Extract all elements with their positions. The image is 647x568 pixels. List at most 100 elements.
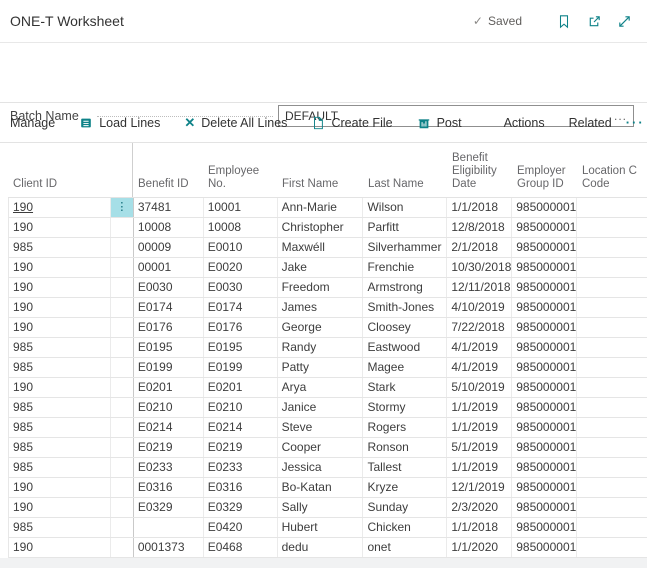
- cell-employer-group-id[interactable]: 985000001: [512, 478, 577, 497]
- cell-benefit-id[interactable]: E0316: [134, 478, 204, 497]
- cell-location-code[interactable]: [577, 278, 647, 297]
- cell-benefit-eligibility-date[interactable]: 1/1/2019: [447, 418, 512, 437]
- cell-employee-no[interactable]: 10008: [204, 218, 278, 237]
- cell-first-name[interactable]: dedu: [278, 538, 364, 557]
- cell-benefit-id[interactable]: E0174: [134, 298, 204, 317]
- cell-employee-no[interactable]: E0219: [204, 438, 278, 457]
- delete-all-lines-button[interactable]: ✕ Delete All Lines: [184, 116, 287, 130]
- cell-first-name[interactable]: Freedom: [278, 278, 364, 297]
- cell-employee-no[interactable]: E0210: [204, 398, 278, 417]
- cell-employee-no[interactable]: E0233: [204, 458, 278, 477]
- cell-location-code[interactable]: [577, 498, 647, 517]
- cell-location-code[interactable]: [577, 358, 647, 377]
- cell-employee-no[interactable]: E0468: [204, 538, 278, 557]
- cell-location-code[interactable]: [577, 258, 647, 277]
- expand-icon[interactable]: [616, 13, 632, 29]
- cell-benefit-eligibility-date[interactable]: 1/1/2019: [447, 458, 512, 477]
- cell-location-code[interactable]: [577, 518, 647, 537]
- cell-benefit-id[interactable]: E0233: [134, 458, 204, 477]
- cell-employer-group-id[interactable]: 985000001: [512, 258, 577, 277]
- cell-client-id[interactable]: 985: [9, 358, 111, 377]
- cell-employee-no[interactable]: E0214: [204, 418, 278, 437]
- cell-last-name[interactable]: Frenchie: [363, 258, 447, 277]
- cell-location-code[interactable]: [577, 398, 647, 417]
- cell-client-id[interactable]: 190: [9, 298, 111, 317]
- cell-last-name[interactable]: Cloosey: [363, 318, 447, 337]
- cell-benefit-id[interactable]: E0201: [134, 378, 204, 397]
- cell-last-name[interactable]: Sunday: [363, 498, 447, 517]
- actions-menu[interactable]: Actions: [504, 116, 545, 130]
- cell-location-code[interactable]: [577, 438, 647, 457]
- row-options-icon[interactable]: ⋮: [111, 198, 134, 217]
- cell-employee-no[interactable]: E0176: [204, 318, 278, 337]
- column-header-client-id[interactable]: Client ID: [8, 143, 133, 197]
- cell-benefit-id[interactable]: 00001: [134, 258, 204, 277]
- cell-benefit-id[interactable]: E0210: [134, 398, 204, 417]
- cell-benefit-id[interactable]: E0199: [134, 358, 204, 377]
- cell-employee-no[interactable]: E0174: [204, 298, 278, 317]
- cell-client-id[interactable]: 190: [9, 278, 111, 297]
- load-lines-button[interactable]: Load Lines: [79, 116, 160, 130]
- cell-first-name[interactable]: Randy: [278, 338, 364, 357]
- cell-employer-group-id[interactable]: 985000001: [512, 458, 577, 477]
- cell-benefit-eligibility-date[interactable]: 1/1/2018: [447, 518, 512, 537]
- cell-client-id[interactable]: 190: [9, 318, 111, 337]
- cell-employer-group-id[interactable]: 985000001: [512, 298, 577, 317]
- cell-location-code[interactable]: [577, 298, 647, 317]
- cell-employee-no[interactable]: E0329: [204, 498, 278, 517]
- cell-client-id[interactable]: 985: [9, 398, 111, 417]
- cell-last-name[interactable]: Kryze: [363, 478, 447, 497]
- cell-employer-group-id[interactable]: 985000001: [512, 218, 577, 237]
- cell-employer-group-id[interactable]: 985000001: [512, 398, 577, 417]
- cell-location-code[interactable]: [577, 198, 647, 217]
- cell-last-name[interactable]: Armstrong: [363, 278, 447, 297]
- cell-client-id[interactable]: 985: [9, 518, 111, 537]
- cell-benefit-eligibility-date[interactable]: 1/1/2020: [447, 538, 512, 557]
- column-header-employee-no[interactable]: Employee No.: [203, 143, 277, 197]
- cell-benefit-eligibility-date[interactable]: 2/1/2018: [447, 238, 512, 257]
- cell-location-code[interactable]: [577, 458, 647, 477]
- cell-location-code[interactable]: [577, 338, 647, 357]
- cell-benefit-id[interactable]: [134, 518, 204, 537]
- column-header-benefit-id[interactable]: Benefit ID: [133, 143, 203, 197]
- cell-last-name[interactable]: Tallest: [363, 458, 447, 477]
- more-options-icon[interactable]: ···: [626, 115, 645, 130]
- cell-first-name[interactable]: Sally: [278, 498, 364, 517]
- cell-location-code[interactable]: [577, 378, 647, 397]
- cell-benefit-id[interactable]: E0030: [134, 278, 204, 297]
- cell-location-code[interactable]: [577, 538, 647, 557]
- cell-first-name[interactable]: Maxwéll: [278, 238, 364, 257]
- cell-first-name[interactable]: Arya: [278, 378, 364, 397]
- cell-employer-group-id[interactable]: 985000001: [512, 358, 577, 377]
- cell-last-name[interactable]: Ronson: [363, 438, 447, 457]
- cell-last-name[interactable]: Stark: [363, 378, 447, 397]
- cell-benefit-eligibility-date[interactable]: 1/1/2019: [447, 398, 512, 417]
- cell-employer-group-id[interactable]: 985000001: [512, 518, 577, 537]
- cell-client-id[interactable]: 190: [9, 258, 111, 277]
- cell-client-id[interactable]: 190: [9, 478, 111, 497]
- cell-client-id[interactable]: 190: [9, 538, 111, 557]
- cell-client-id[interactable]: 985: [9, 238, 111, 257]
- cell-benefit-id[interactable]: 37481: [134, 198, 204, 217]
- cell-client-id[interactable]: 190: [9, 198, 111, 217]
- cell-last-name[interactable]: Parfitt: [363, 218, 447, 237]
- cell-client-id[interactable]: 985: [9, 458, 111, 477]
- cell-benefit-eligibility-date[interactable]: 7/22/2018: [447, 318, 512, 337]
- cell-benefit-eligibility-date[interactable]: 5/10/2019: [447, 378, 512, 397]
- cell-client-id[interactable]: 985: [9, 438, 111, 457]
- cell-employee-no[interactable]: E0199: [204, 358, 278, 377]
- cell-employer-group-id[interactable]: 985000001: [512, 538, 577, 557]
- cell-benefit-id[interactable]: 00009: [134, 238, 204, 257]
- cell-last-name[interactable]: Eastwood: [363, 338, 447, 357]
- cell-first-name[interactable]: Jake: [278, 258, 364, 277]
- cell-location-code[interactable]: [577, 418, 647, 437]
- cell-first-name[interactable]: James: [278, 298, 364, 317]
- cell-benefit-eligibility-date[interactable]: 1/1/2018: [447, 198, 512, 217]
- cell-benefit-eligibility-date[interactable]: 4/1/2019: [447, 338, 512, 357]
- cell-benefit-id[interactable]: E0195: [134, 338, 204, 357]
- column-header-location-code[interactable]: Location CCode: [577, 143, 647, 197]
- cell-location-code[interactable]: [577, 218, 647, 237]
- column-header-first-name[interactable]: First Name: [277, 143, 363, 197]
- cell-benefit-eligibility-date[interactable]: 12/8/2018: [447, 218, 512, 237]
- cell-client-id[interactable]: 985: [9, 418, 111, 437]
